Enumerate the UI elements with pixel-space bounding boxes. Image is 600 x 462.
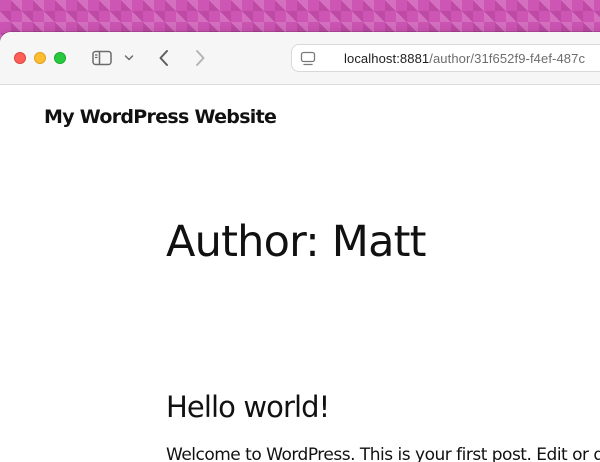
chevron-right-icon — [196, 50, 205, 66]
post-excerpt: Welcome to WordPress. This is your first… — [166, 445, 600, 462]
browser-toolbar: localhost:8881/author/31f652f9-f4ef-487c — [0, 32, 600, 85]
back-button[interactable] — [153, 47, 175, 69]
window-zoom-button[interactable] — [54, 52, 66, 64]
forward-button[interactable] — [189, 47, 211, 69]
url-path: /author/31f652f9-f4ef-487c — [429, 51, 586, 66]
sidebar-menu-button[interactable] — [122, 50, 136, 66]
post-title-link[interactable]: Hello world! — [166, 393, 330, 422]
site-title-link[interactable]: My WordPress Website — [44, 106, 277, 128]
sidebar-icon — [92, 50, 112, 66]
chevron-left-icon — [159, 50, 168, 66]
archive-title: Author: Matt — [166, 217, 427, 267]
web-page: My WordPress Website Author: Matt Hello … — [0, 85, 600, 462]
url-text: localhost:8881/author/31f652f9-f4ef-487c — [344, 51, 585, 66]
chevron-down-icon — [124, 55, 134, 61]
address-bar[interactable]: localhost:8881/author/31f652f9-f4ef-487c — [291, 44, 600, 72]
page-icon[interactable] — [300, 51, 316, 67]
browser-window: localhost:8881/author/31f652f9-f4ef-487c… — [0, 32, 600, 462]
url-host: localhost:8881 — [344, 51, 430, 66]
sidebar-toggle-button[interactable] — [90, 47, 114, 69]
window-close-button[interactable] — [14, 52, 26, 64]
window-minimize-button[interactable] — [34, 52, 46, 64]
